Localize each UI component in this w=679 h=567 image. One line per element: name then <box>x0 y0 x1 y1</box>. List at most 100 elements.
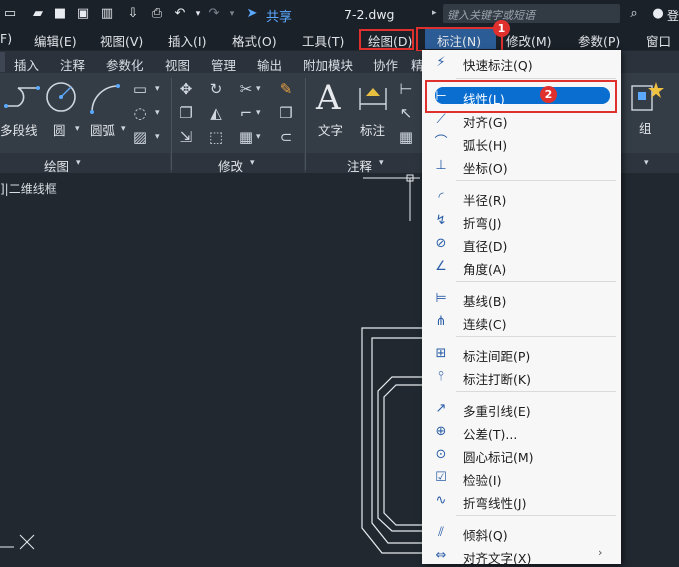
menu-item-label: 折弯线性(J) <box>463 496 527 511</box>
menu-view[interactable]: 视图(V) <box>100 31 143 50</box>
menu-item-tolerance[interactable]: ⊕ 公差(T)... <box>422 421 621 443</box>
menu-item-jogged-linear[interactable]: ∿ 折弯线性(J) <box>422 490 621 512</box>
copy-icon[interactable]: ❐ <box>176 104 196 122</box>
polyline-icon[interactable] <box>4 80 40 116</box>
group-panel-footer[interactable] <box>621 153 679 173</box>
menu-item-angular[interactable]: ∠ 角度(A) <box>422 256 621 278</box>
table-tool-icon[interactable]: ▦ <box>396 128 416 146</box>
print-icon[interactable]: ⎙ <box>149 6 165 22</box>
cloud-save-icon[interactable]: ▥ <box>99 6 115 22</box>
sign-in-label[interactable]: 登 <box>667 7 679 24</box>
circle-icon[interactable] <box>44 80 78 114</box>
save-icon[interactable]: ■ <box>52 6 68 22</box>
tab-view[interactable]: 视图 <box>165 55 190 74</box>
redo-icon[interactable]: ↷ <box>206 6 222 22</box>
redo-dropdown-icon[interactable]: ▾ <box>224 6 240 22</box>
menu-file[interactable]: F) <box>0 31 12 46</box>
dimension-tool-icon[interactable] <box>356 82 390 114</box>
menu-format[interactable]: 格式(O) <box>232 31 277 50</box>
array-icon[interactable]: ▦ <box>236 128 256 146</box>
menu-window[interactable]: 窗口 <box>646 31 671 50</box>
menu-item-baseline[interactable]: ⊨ 基线(B) <box>422 288 621 310</box>
tab-addins[interactable]: 附加模块 <box>303 55 353 74</box>
hatch-icon[interactable]: ▨ <box>130 128 150 146</box>
text-tool-icon[interactable]: A <box>316 78 341 118</box>
fillet-dropdown-icon[interactable]: ▾ <box>256 108 261 118</box>
menu-item-dim-break[interactable]: ⫯ 标注打断(K) <box>422 366 621 388</box>
linear-tool-icon[interactable]: ⊢ <box>396 80 416 98</box>
arc-dropdown-icon[interactable]: ▾ <box>121 124 126 134</box>
menu-item-oblique[interactable]: ⫽ 倾斜(Q) <box>422 522 621 544</box>
tab-insert[interactable]: 插入 <box>14 55 39 74</box>
trim-icon[interactable]: ✂ <box>236 80 256 98</box>
menu-item-label: 检验(I) <box>463 473 502 488</box>
leader-tool-icon[interactable]: ↖ <box>396 104 416 122</box>
offset-icon[interactable]: ⊂ <box>276 128 296 146</box>
draw-panel-expand-icon[interactable]: ▾ <box>76 158 81 168</box>
menu-item-dim-space[interactable]: ⊞ 标注间距(P) <box>422 343 621 365</box>
trim-dropdown-icon[interactable]: ▾ <box>256 84 261 94</box>
ellipse-dropdown-icon[interactable]: ▾ <box>155 108 160 118</box>
group-panel-expand-icon[interactable]: ▾ <box>644 158 649 168</box>
move-icon[interactable]: ✥ <box>176 80 196 98</box>
rectangle-dropdown-icon[interactable]: ▾ <box>155 84 160 94</box>
group-icon[interactable] <box>628 78 664 114</box>
group-label[interactable]: 组 <box>639 118 652 137</box>
annotation-panel-expand-icon[interactable]: ▾ <box>379 158 384 168</box>
draw-panel-footer[interactable] <box>0 153 170 173</box>
erase-icon[interactable]: ✎ <box>276 80 296 98</box>
hatch-dropdown-icon[interactable]: ▾ <box>155 132 160 142</box>
stretch-icon[interactable]: ⇲ <box>176 128 196 146</box>
menu-edit[interactable]: 编辑(E) <box>34 31 77 50</box>
menu-item-inspection[interactable]: ☑ 检验(I) <box>422 467 621 489</box>
save-as-icon[interactable]: ▣ <box>75 6 91 22</box>
menu-separator <box>456 78 616 79</box>
scale-icon[interactable]: ⬚ <box>206 128 226 146</box>
search-icon[interactable]: ⌕ <box>626 6 642 22</box>
arc-label[interactable]: 圆弧 <box>90 120 115 139</box>
tab-output[interactable]: 输出 <box>257 55 282 74</box>
undo-dropdown-icon[interactable]: ▾ <box>190 6 206 22</box>
text-tool-label[interactable]: 文字 <box>318 120 343 139</box>
tab-collaborate[interactable]: 协作 <box>373 55 398 74</box>
menu-modify[interactable]: 修改(M) <box>506 31 552 50</box>
dimension-tool-label[interactable]: 标注 <box>360 120 385 139</box>
tab-parametric[interactable]: 参数化 <box>106 55 144 74</box>
menu-item-multileader[interactable]: ↗ 多重引线(E) <box>422 398 621 420</box>
tolerance-icon: ⊕ <box>435 424 447 439</box>
arc-icon[interactable] <box>88 80 124 116</box>
open-folder-icon[interactable]: ▰ <box>30 6 46 22</box>
explode-icon[interactable]: ❒ <box>276 104 296 122</box>
menu-item-jogged[interactable]: ↯ 折弯(J) <box>422 210 621 232</box>
circle-dropdown-icon[interactable]: ▾ <box>75 124 80 134</box>
tab-annotate[interactable]: 注释 <box>60 55 85 74</box>
fillet-icon[interactable]: ⌐ <box>236 104 256 122</box>
array-dropdown-icon[interactable]: ▾ <box>256 132 261 142</box>
modify-panel-expand-icon[interactable]: ▾ <box>250 158 255 168</box>
rectangle-icon[interactable]: ▭ <box>130 80 150 98</box>
ellipse-icon[interactable]: ◌ <box>130 104 150 122</box>
menu-item-continue[interactable]: ⋔ 连续(C) <box>422 311 621 333</box>
menu-item-ordinate[interactable]: ⊥ 坐标(O) <box>422 155 621 177</box>
menu-parametric[interactable]: 参数(P) <box>578 31 620 50</box>
new-file-icon[interactable]: ▭ <box>2 6 18 22</box>
menu-item-arc-length[interactable]: ⌒ 弧长(H) <box>422 132 621 154</box>
menu-item-radius[interactable]: ◜ 半径(R) <box>422 187 621 209</box>
menu-item-quick-dimension[interactable]: ⚡ 快速标注(Q) <box>422 52 621 74</box>
export-icon[interactable]: ⇩ <box>125 6 141 22</box>
circle-label[interactable]: 圆 <box>53 120 66 139</box>
ribbon-tab-active[interactable] <box>0 52 5 72</box>
undo-icon[interactable]: ↶ <box>172 6 188 22</box>
polyline-label[interactable]: 多段线 <box>0 120 38 139</box>
menu-item-center-mark[interactable]: ⊙ 圆心标记(M) <box>422 444 621 466</box>
menu-tools[interactable]: 工具(T) <box>302 31 344 50</box>
tab-manage[interactable]: 管理 <box>211 55 236 74</box>
share-button[interactable]: 共享 <box>266 6 292 25</box>
user-icon[interactable]: ● <box>650 6 666 22</box>
menu-item-label: 折弯(J) <box>463 216 502 231</box>
share-icon[interactable]: ➤ <box>244 6 260 22</box>
rotate-icon[interactable]: ↻ <box>206 80 226 98</box>
mirror-icon[interactable]: ◭ <box>206 104 226 122</box>
menu-insert[interactable]: 插入(I) <box>168 31 206 50</box>
menu-item-diameter[interactable]: ⊘ 直径(D) <box>422 233 621 255</box>
